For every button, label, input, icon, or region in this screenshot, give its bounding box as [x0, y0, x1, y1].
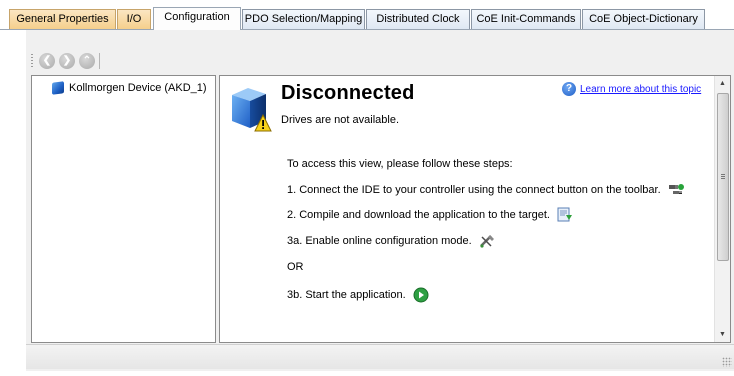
step-or: OR — [287, 261, 304, 273]
online-config-icon — [479, 235, 494, 248]
instructions-intro: To access this view, please follow these… — [287, 158, 513, 170]
tab-bar: General Properties I/O Configuration PDO… — [0, 0, 734, 32]
status-subtitle: Drives are not available. — [281, 114, 400, 126]
step-1: 1. Connect the IDE to your controller us… — [287, 182, 685, 198]
toolbar-separator — [99, 53, 100, 69]
up-arrow-icon[interactable]: ⌃ — [79, 53, 95, 69]
step-3b: 3b. Start the application. — [287, 287, 430, 303]
content-panel: Disconnected Drives are not available. ?… — [219, 75, 731, 343]
back-arrow-icon[interactable]: ❮ — [39, 53, 55, 69]
navigation-toolbar: ❮ ❯ ⌃ — [27, 50, 727, 72]
step-3a-text: 3a. Enable online configuration mode. — [287, 235, 472, 247]
or-text: OR — [287, 261, 304, 273]
tab-general-properties[interactable]: General Properties — [9, 9, 116, 29]
play-icon — [413, 287, 429, 303]
learn-more-link[interactable]: Learn more about this topic — [580, 84, 701, 95]
step-3a: 3a. Enable online configuration mode. — [287, 233, 496, 249]
disconnected-warning-icon — [232, 88, 272, 132]
status-bar — [26, 344, 734, 369]
tab-distributed-clock[interactable]: Distributed Clock — [366, 9, 470, 29]
intro-text: To access this view, please follow these… — [287, 158, 513, 170]
page-title: Disconnected — [281, 82, 415, 104]
help-question-icon[interactable]: ? — [562, 82, 576, 96]
help-link-group[interactable]: ? Learn more about this topic — [562, 82, 701, 96]
tab-configuration[interactable]: Configuration — [153, 7, 241, 30]
resize-grip-icon[interactable] — [722, 357, 732, 367]
scroll-thumb[interactable] — [717, 93, 729, 261]
download-icon — [557, 207, 572, 222]
scroll-grip-icon — [721, 174, 725, 180]
tree-item-kollmorgen-device[interactable]: Kollmorgen Device (AKD_1) — [52, 80, 207, 96]
step-2-text: 2. Compile and download the application … — [287, 209, 550, 221]
toolbar-grip[interactable] — [31, 54, 33, 68]
device-tree: Kollmorgen Device (AKD_1) — [31, 75, 216, 343]
tab-coe-init-commands[interactable]: CoE Init-Commands — [471, 9, 581, 29]
tab-pdo-selection-mapping[interactable]: PDO Selection/Mapping — [242, 9, 365, 29]
tab-coe-object-dictionary[interactable]: CoE Object-Dictionary — [582, 9, 705, 29]
step-1-text: 1. Connect the IDE to your controller us… — [287, 184, 661, 196]
forward-arrow-icon[interactable]: ❯ — [59, 53, 75, 69]
step-2: 2. Compile and download the application … — [287, 207, 574, 223]
scroll-up-icon[interactable]: ▲ — [715, 76, 730, 91]
step-3b-text: 3b. Start the application. — [287, 289, 406, 301]
connect-plug-icon — [668, 184, 684, 194]
content-scrollbar[interactable]: ▲ ▼ — [714, 76, 730, 342]
device-cube-icon — [52, 81, 64, 95]
tree-item-label: Kollmorgen Device (AKD_1) — [69, 82, 207, 94]
scroll-down-icon[interactable]: ▼ — [715, 327, 730, 342]
tab-io[interactable]: I/O — [117, 9, 151, 29]
